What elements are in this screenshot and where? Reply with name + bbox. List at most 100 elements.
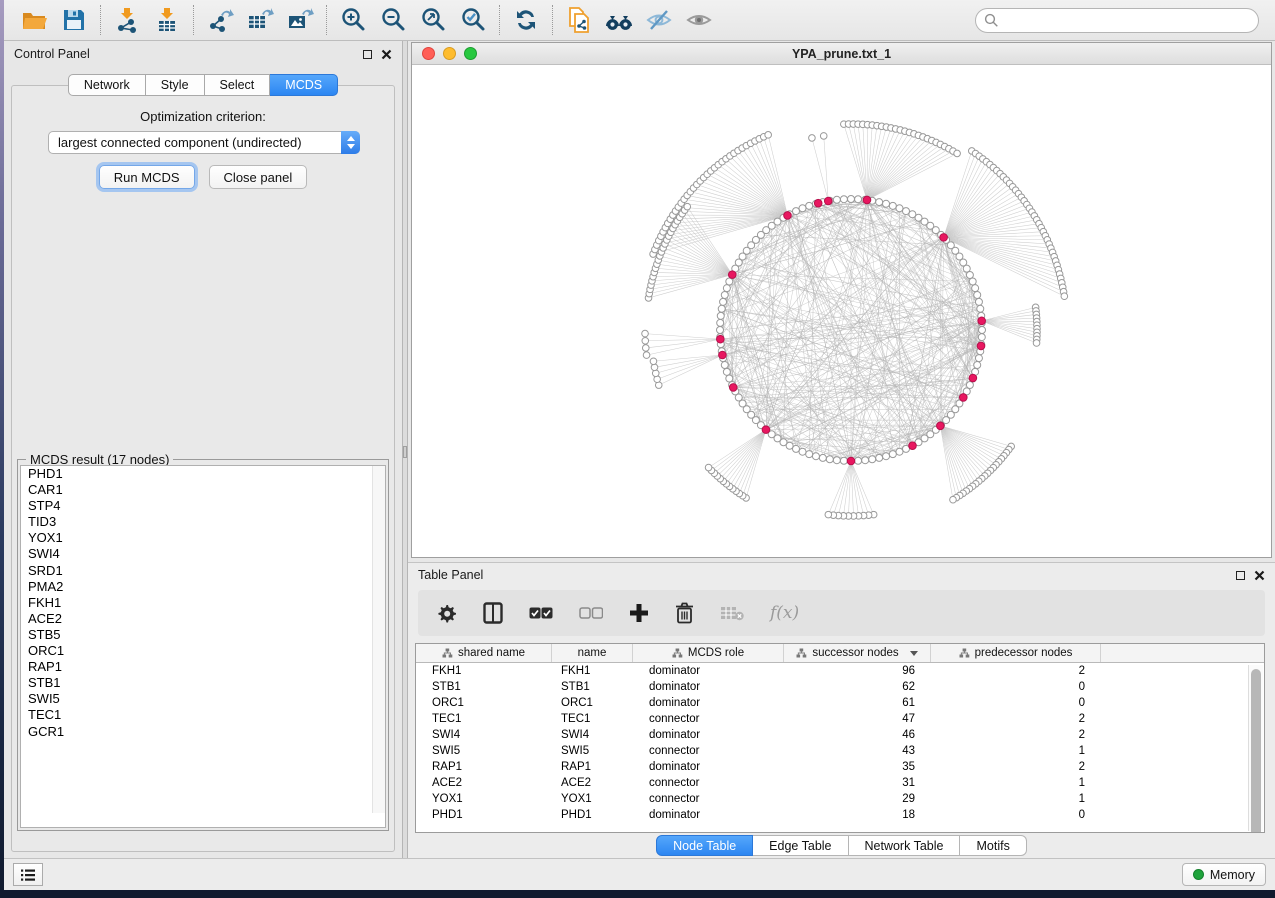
control-panel-header: Control Panel	[4, 41, 402, 67]
cell-shared_name: TEC1	[416, 713, 552, 725]
main-toolbar	[4, 0, 1275, 41]
search-icon	[984, 13, 999, 28]
close-table-panel-icon[interactable]	[1254, 570, 1265, 581]
tab-select[interactable]: Select	[205, 74, 271, 96]
options-button[interactable]	[13, 863, 43, 886]
tab-style[interactable]: Style	[146, 74, 205, 96]
result-node-item[interactable]: SWI4	[21, 546, 385, 562]
table-row[interactable]: RAP1RAP1dominator352	[416, 759, 1264, 775]
table-settings-icon[interactable]	[436, 603, 457, 624]
zoom-selected-icon[interactable]	[453, 3, 493, 37]
memory-button[interactable]: Memory	[1182, 863, 1266, 886]
result-node-item[interactable]: STB1	[21, 675, 385, 691]
select-all-icon[interactable]	[529, 607, 553, 620]
export-image-icon[interactable]	[280, 3, 320, 37]
delete-columns-icon[interactable]	[675, 602, 694, 624]
cell-successors: 61	[784, 697, 931, 709]
table-row[interactable]: SWI4SWI4dominator462	[416, 727, 1264, 743]
tab-mcds[interactable]: MCDS	[270, 74, 338, 96]
column-header-shared-name[interactable]: shared name	[416, 644, 552, 662]
tab-edge-table[interactable]: Edge Table	[753, 835, 848, 856]
table-row[interactable]: ACE2ACE2connector311	[416, 775, 1264, 791]
result-node-item[interactable]: PMA2	[21, 579, 385, 595]
cell-role: connector	[633, 793, 784, 805]
cell-successors: 96	[784, 665, 931, 677]
close-panel-button[interactable]: Close panel	[209, 165, 308, 189]
zoom-out-icon[interactable]	[373, 3, 413, 37]
column-header-successor-nodes[interactable]: successor nodes	[784, 644, 931, 662]
column-header-predecessor-nodes[interactable]: predecessor nodes	[931, 644, 1101, 662]
float-panel-icon[interactable]	[363, 50, 372, 59]
refresh-icon[interactable]	[506, 3, 546, 37]
cell-shared_name: STB1	[416, 681, 552, 693]
search-input[interactable]	[1004, 13, 1250, 27]
float-table-panel-icon[interactable]	[1236, 571, 1245, 580]
table-row[interactable]: TEC1TEC1connector472	[416, 711, 1264, 727]
cell-shared_name: YOX1	[416, 793, 552, 805]
show-all-icon[interactable]	[679, 3, 719, 37]
table-row[interactable]: STB1STB1dominator620	[416, 679, 1264, 695]
table-scrollbar-thumb[interactable]	[1251, 669, 1261, 833]
result-node-item[interactable]: STP4	[21, 498, 385, 514]
result-node-item[interactable]: FKH1	[21, 595, 385, 611]
table-scrollbar[interactable]	[1248, 665, 1263, 831]
result-node-item[interactable]: RAP1	[21, 659, 385, 675]
network-window-titlebar[interactable]: YPA_prune.txt_1	[412, 43, 1271, 65]
cell-predecessors: 1	[931, 777, 1101, 789]
tab-network[interactable]: Network	[68, 74, 146, 96]
search-field[interactable]	[975, 8, 1259, 33]
first-neighbors-icon[interactable]	[599, 3, 639, 37]
result-node-item[interactable]: TID3	[21, 514, 385, 530]
result-node-item[interactable]: TEC1	[21, 707, 385, 723]
table-panel-header: Table Panel	[408, 563, 1275, 587]
tab-motifs[interactable]: Motifs	[960, 835, 1026, 856]
tab-network-table[interactable]: Network Table	[849, 835, 961, 856]
run-mcds-button[interactable]: Run MCDS	[99, 165, 195, 189]
shared-column-icon	[442, 648, 453, 658]
clone-network-icon[interactable]	[559, 3, 599, 37]
network-graph[interactable]	[412, 65, 1271, 557]
cell-predecessors: 2	[931, 761, 1101, 773]
result-node-item[interactable]: ORC1	[21, 643, 385, 659]
add-column-icon[interactable]	[629, 603, 649, 623]
result-node-item[interactable]: CAR1	[21, 482, 385, 498]
result-scrollbar[interactable]	[372, 466, 385, 813]
splitter-grip[interactable]	[403, 446, 407, 458]
table-toolbar: f(x)	[418, 590, 1265, 636]
result-node-item[interactable]: YOX1	[21, 530, 385, 546]
criterion-dropdown[interactable]: largest connected component (undirected)	[48, 131, 360, 154]
zoom-in-icon[interactable]	[333, 3, 373, 37]
import-network-icon[interactable]	[107, 3, 147, 37]
result-node-item[interactable]: GCR1	[21, 724, 385, 740]
table-row[interactable]: PHD1PHD1dominator180	[416, 807, 1264, 823]
result-node-item[interactable]: ACE2	[21, 611, 385, 627]
network-canvas[interactable]	[412, 65, 1271, 557]
open-file-icon[interactable]	[14, 3, 54, 37]
table-row[interactable]: FKH1FKH1dominator962	[416, 663, 1264, 679]
cell-role: connector	[633, 713, 784, 725]
table-row[interactable]: ORC1ORC1dominator610	[416, 695, 1264, 711]
hide-selected-icon[interactable]	[639, 3, 679, 37]
zoom-fit-icon[interactable]	[413, 3, 453, 37]
cell-role: dominator	[633, 809, 784, 821]
table-row[interactable]: SWI5SWI5connector431	[416, 743, 1264, 759]
column-header-MCDS-role[interactable]: MCDS role	[633, 644, 784, 662]
column-header-name[interactable]: name	[552, 644, 633, 662]
unselect-all-icon[interactable]	[579, 607, 603, 620]
table-row[interactable]: YOX1YOX1connector291	[416, 791, 1264, 807]
cell-shared_name: SWI5	[416, 745, 552, 757]
result-node-item[interactable]: SRD1	[21, 563, 385, 579]
import-table-icon[interactable]	[147, 3, 187, 37]
save-session-icon[interactable]	[54, 3, 94, 37]
tab-node-table[interactable]: Node Table	[656, 835, 753, 856]
result-node-item[interactable]: PHD1	[21, 466, 385, 482]
cell-shared_name: FKH1	[416, 665, 552, 677]
show-columns-icon[interactable]	[483, 602, 503, 624]
cell-predecessors: 2	[931, 729, 1101, 741]
result-node-item[interactable]: SWI5	[21, 691, 385, 707]
export-table-icon[interactable]	[240, 3, 280, 37]
toolbar-separator	[100, 5, 101, 35]
export-network-icon[interactable]	[200, 3, 240, 37]
result-node-item[interactable]: STB5	[21, 627, 385, 643]
close-panel-icon[interactable]	[381, 49, 392, 60]
